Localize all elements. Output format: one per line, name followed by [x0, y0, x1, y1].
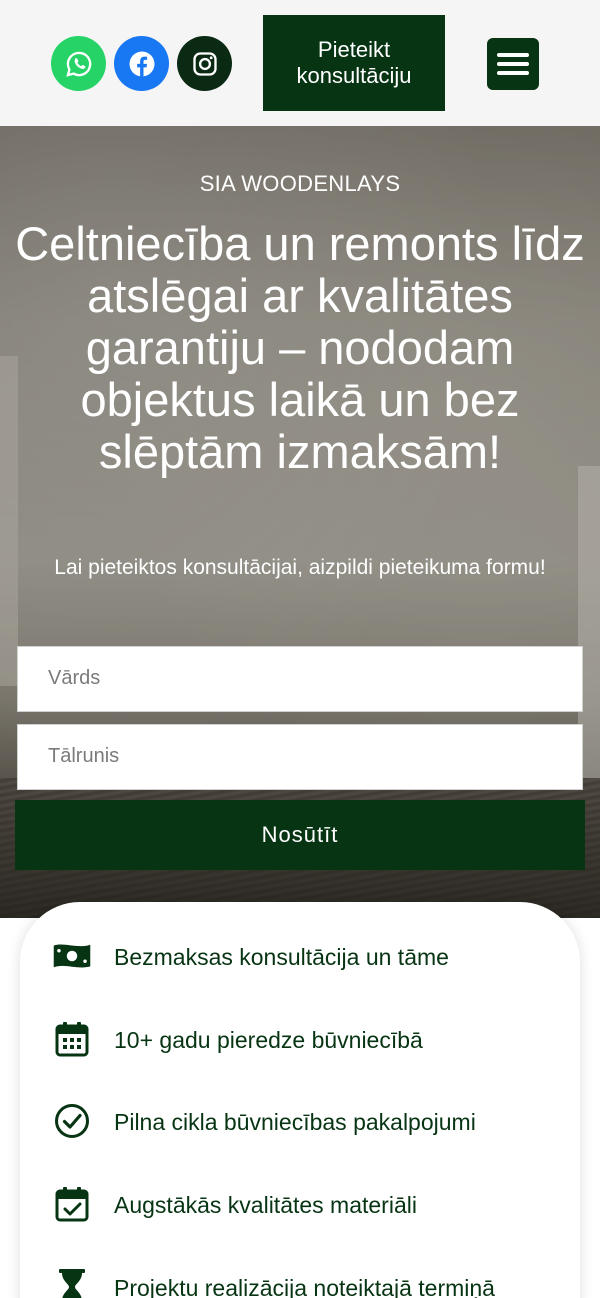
benefits-card: Bezmaksas konsultācija un tāme 10+ gadu … — [20, 902, 580, 1298]
menu-button[interactable] — [487, 38, 539, 90]
benefit-label: 10+ gadu pieredze būvniecībā — [114, 1027, 423, 1053]
hamburger-menu-icon — [497, 53, 529, 75]
benefit-item: Pilna cikla būvniecības pakalpojumi — [20, 1091, 580, 1151]
benefit-item: Augstākās kvalitātes materiāli — [20, 1174, 580, 1234]
benefit-item: Projektu realizācija noteiktajā termiņā — [20, 1257, 580, 1298]
whatsapp-button[interactable] — [51, 36, 106, 91]
calendar-icon — [52, 1019, 92, 1059]
benefit-label: Augstākās kvalitātes materiāli — [114, 1192, 417, 1218]
submit-button[interactable]: Nosūtīt — [15, 800, 585, 870]
instagram-button[interactable] — [177, 36, 232, 91]
hourglass-icon — [52, 1267, 92, 1298]
benefit-item: 10+ gadu pieredze būvniecībā — [20, 1009, 580, 1069]
whatsapp-icon — [65, 51, 91, 77]
hero-section: SIA WOODENLAYS Celtniecība un remonts lī… — [0, 126, 600, 918]
request-consultation-button[interactable]: Pieteikt konsultāciju — [263, 15, 445, 111]
instagram-icon — [192, 51, 217, 76]
check-circle-icon — [52, 1101, 92, 1141]
facebook-icon — [129, 51, 154, 76]
site-header: Pieteikt konsultāciju — [0, 0, 600, 126]
benefit-label: Bezmaksas konsultācija un tāme — [114, 944, 449, 970]
name-field[interactable]: Vārds — [17, 646, 583, 712]
hero-subtitle: Lai pieteiktos konsultācijai, aizpildi p… — [54, 556, 546, 579]
phone-field[interactable]: Tālrunis — [17, 724, 583, 790]
company-name: SIA WOODENLAYS — [199, 171, 401, 196]
name-placeholder: Vārds — [48, 667, 101, 689]
calendar-check-icon — [52, 1184, 92, 1224]
phone-placeholder: Tālrunis — [48, 745, 120, 767]
benefit-label: Projektu realizācija noteiktajā termiņā — [114, 1275, 495, 1298]
money-bill-icon — [52, 936, 92, 976]
benefit-item: Bezmaksas konsultācija un tāme — [20, 926, 580, 986]
benefit-label: Pilna cikla būvniecības pakalpojumi — [114, 1109, 476, 1135]
facebook-button[interactable] — [114, 36, 169, 91]
hero-title: Celtniecība un remonts līdz atslēgai ar … — [15, 217, 585, 478]
